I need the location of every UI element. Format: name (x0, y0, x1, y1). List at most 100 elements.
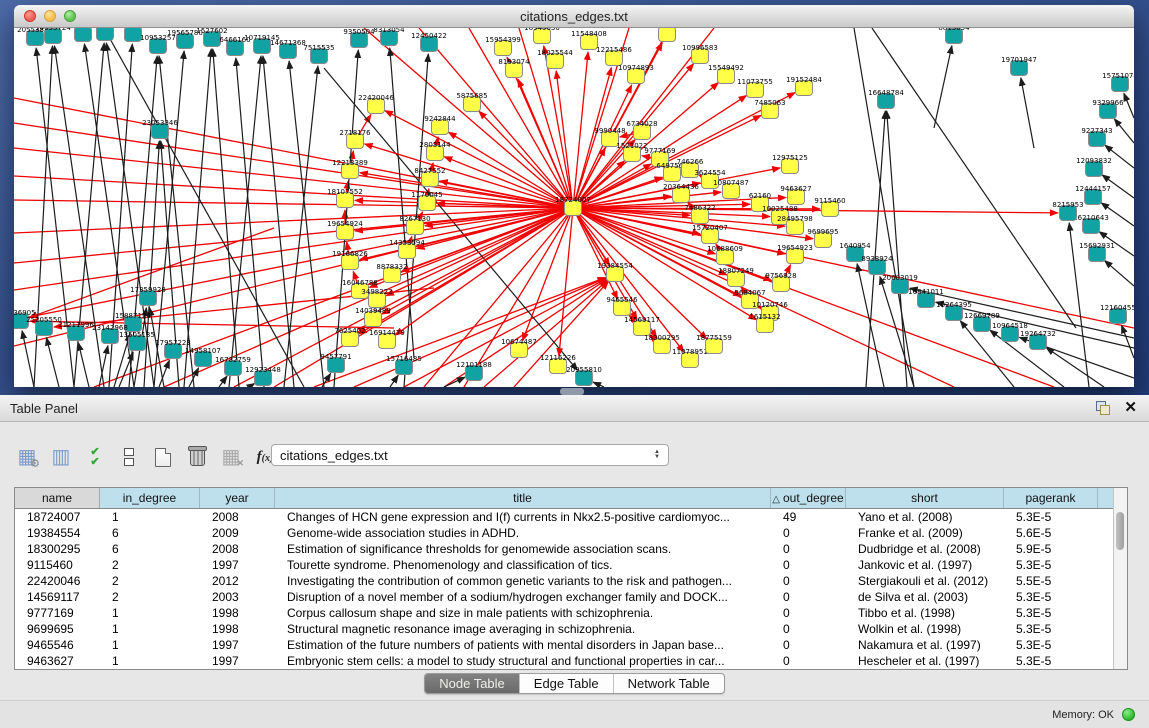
network-node[interactable]: 8193074 (498, 58, 530, 78)
table-row[interactable]: 977716911998Corpus callosum shape and si… (15, 605, 1127, 621)
cell-year: 1998 (200, 621, 275, 637)
panel-divider-handle[interactable] (560, 388, 584, 395)
column-header-in_degree[interactable]: in_degree (100, 488, 200, 508)
table-row[interactable]: 946362711997Embryonic stem cells: a mode… (15, 653, 1127, 669)
network-node[interactable]: 6734028 (626, 120, 657, 140)
network-node[interactable]: 16648784 (868, 89, 904, 109)
network-node[interactable]: 10974893 (618, 64, 654, 84)
node-label: 15751074 (1102, 72, 1134, 80)
tab-edge-table[interactable]: Edge Table (519, 674, 613, 693)
column-header-out_degree[interactable]: △out_degree (771, 488, 846, 508)
network-node[interactable]: 1521022 (616, 142, 647, 162)
table-row[interactable]: 1830029562008Estimation of significance … (15, 541, 1127, 557)
delete-rows-icon[interactable] (184, 444, 210, 470)
network-node[interactable]: 7625402 (334, 327, 365, 347)
network-node[interactable]: 21211996 (58, 321, 94, 341)
show-columns-icon[interactable]: ▥ (48, 444, 74, 470)
table-row[interactable]: 969969511998Structural magnetic resonanc… (15, 621, 1127, 637)
table-scrollbar-thumb[interactable] (1116, 512, 1124, 550)
network-node[interactable]: 9329966 (1092, 99, 1124, 119)
column-header-title[interactable]: title (275, 488, 771, 508)
column-header-name[interactable]: name (15, 488, 100, 508)
network-node[interactable]: 15692931 (1079, 242, 1115, 262)
column-header-short[interactable]: short (846, 488, 1004, 508)
network-node[interactable]: 9463627 (780, 185, 811, 205)
network-node[interactable]: 12160455 (1100, 304, 1134, 324)
clear-selection-icon[interactable] (116, 444, 142, 470)
network-node[interactable]: 10688609 (707, 245, 743, 265)
network-canvas[interactable]: 2055381914055724183163042069140616055733… (14, 28, 1134, 387)
network-node[interactable]: 16914479 (369, 329, 405, 349)
network-node[interactable]: 10807487 (713, 179, 749, 199)
network-node[interactable]: 8938924 (861, 255, 893, 275)
delete-table-icon[interactable]: ▦✕ (218, 444, 244, 470)
network-node[interactable]: 18025544 (537, 49, 573, 69)
window-titlebar[interactable]: citations_edges.txt (14, 5, 1134, 28)
node-label: 19654924 (327, 220, 363, 228)
network-node[interactable]: 18554944 (649, 28, 685, 42)
column-header-year[interactable]: year (200, 488, 275, 508)
node-label: 8878332 (376, 263, 407, 271)
table-select[interactable]: citations_edges.txt ▲▼ (271, 444, 669, 466)
network-node[interactable]: 14353594 (389, 239, 425, 259)
network-node[interactable]: 10996583 (682, 44, 718, 64)
network-node[interactable]: 18807249 (718, 267, 754, 287)
tab-network-table[interactable]: Network Table (613, 674, 724, 693)
network-node[interactable]: 8813054 (938, 28, 970, 44)
network-node[interactable]: 15716485 (386, 355, 422, 375)
network-node[interactable]: 14671368 (270, 39, 306, 59)
network-node[interactable]: 25205550 (26, 316, 62, 336)
network-node[interactable]: 7485063 (754, 99, 785, 119)
network-node[interactable]: 14039489 (355, 307, 391, 327)
cell-year: 1997 (200, 557, 275, 573)
table-scrollbar[interactable] (1113, 488, 1127, 669)
table-row[interactable]: 946554611997Estimation of the future num… (15, 637, 1127, 653)
network-node[interactable]: 7515535 (303, 44, 334, 64)
network-node[interactable]: 16210643 (1073, 214, 1109, 234)
select-all-icon[interactable]: ✔✔ (82, 444, 108, 470)
network-node[interactable]: 12450422 (411, 32, 447, 52)
network-node[interactable]: 9242844 (424, 115, 456, 135)
new-table-icon[interactable] (150, 444, 176, 470)
network-node[interactable]: 12215486 (596, 46, 632, 66)
network-node[interactable]: 8313054 (373, 28, 405, 46)
network-node[interactable]: 19701947 (1001, 56, 1037, 76)
table-mode-icon[interactable]: ▦⚙ (14, 444, 40, 470)
table-row[interactable]: 1938455462009Genome-wide association stu… (15, 525, 1127, 541)
cell-name: 9115460 (15, 557, 100, 573)
network-node[interactable]: 11078951 (672, 348, 708, 368)
network-node[interactable]: 20364436 (663, 183, 699, 203)
network-node[interactable]: 12093832 (1076, 157, 1112, 177)
network-node[interactable]: 15751074 (1102, 72, 1134, 92)
network-node[interactable]: 11073755 (737, 78, 773, 98)
table-row[interactable]: 2242004622012Investigating the contribut… (15, 573, 1127, 589)
table-row[interactable]: 1872400712008Changes of HCN gene express… (15, 509, 1127, 525)
network-node[interactable]: 16949030 (524, 28, 560, 44)
network-node[interactable]: 14569117 (624, 316, 660, 336)
network-node[interactable]: 9457791 (320, 353, 351, 373)
network-node[interactable]: 20955810 (566, 366, 602, 386)
network-node[interactable]: 9115460 (814, 197, 845, 217)
network-node[interactable]: 9350504 (343, 28, 375, 48)
tab-node-table[interactable]: Node Table (425, 674, 519, 693)
table-row[interactable]: 1456911722003Disruption of a novel membe… (15, 589, 1127, 605)
network-node[interactable]: 22420046 (358, 94, 394, 114)
dropdown-arrows-icon: ▲▼ (654, 450, 660, 460)
cell-in_degree: 1 (100, 637, 200, 653)
network-node[interactable]: 12101188 (456, 361, 492, 381)
column-header-pagerank[interactable]: pagerank (1004, 488, 1098, 508)
network-node[interactable]: 9227343 (1081, 127, 1112, 147)
node-label: 10264395 (936, 301, 972, 309)
network-node[interactable]: 2718176 (339, 129, 371, 149)
network-node[interactable]: 12975125 (772, 154, 808, 174)
float-panel-icon[interactable] (1096, 401, 1110, 415)
network-node[interactable]: 10674487 (501, 338, 537, 358)
network-node[interactable]: 13505135 (119, 331, 155, 351)
cell-year: 1997 (200, 653, 275, 669)
network-node[interactable]: 15954399 (485, 36, 521, 56)
table-row[interactable]: 911546021997Tourette syndrome. Phenomeno… (15, 557, 1127, 573)
network-node[interactable]: 12923448 (245, 366, 281, 386)
network-node[interactable]: 1615132 (749, 313, 780, 333)
close-panel-icon[interactable]: ✕ (1124, 401, 1137, 415)
network-node[interactable]: 19152484 (786, 76, 822, 96)
